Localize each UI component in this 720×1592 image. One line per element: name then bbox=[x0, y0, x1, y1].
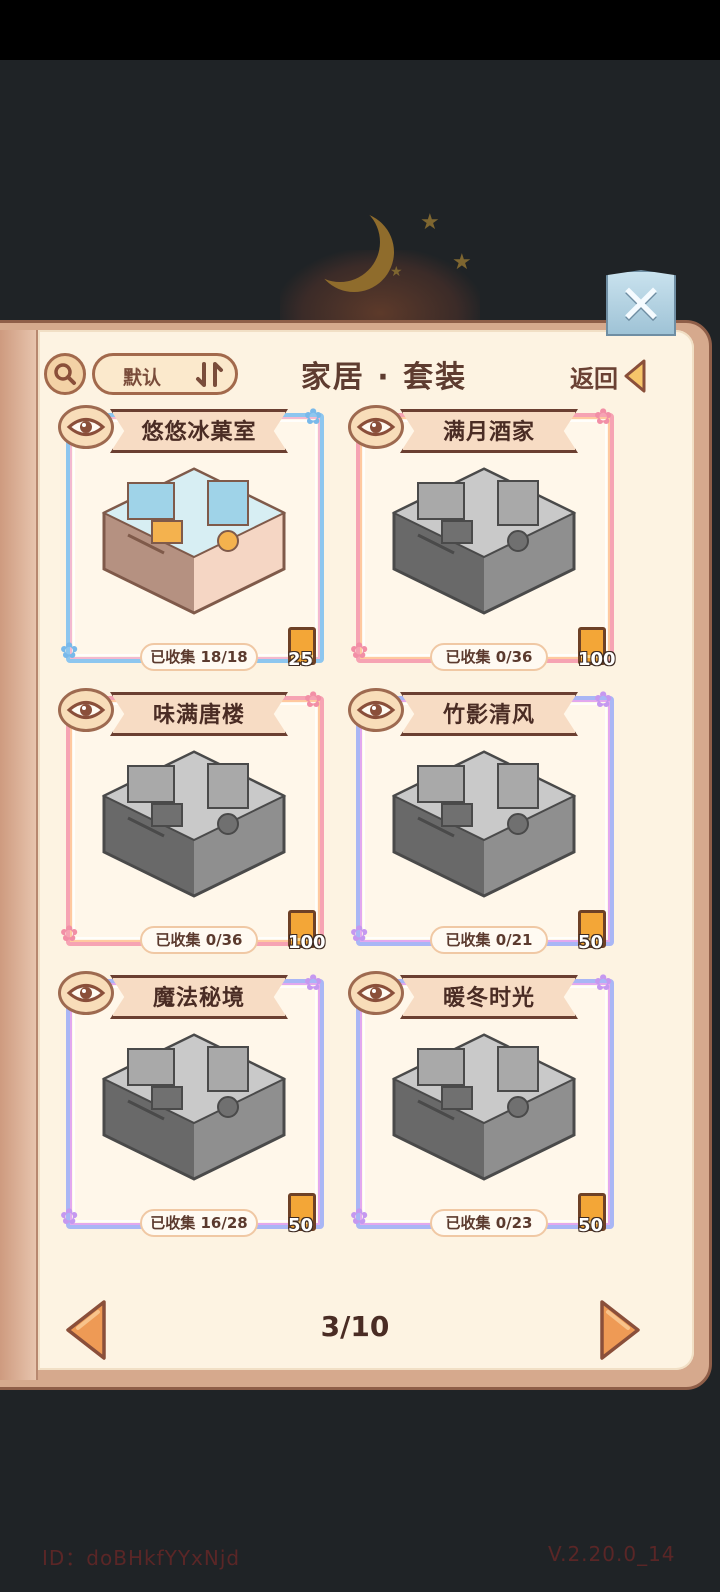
suite-card[interactable]: ✿ ✿ 悠悠冰菓室 已收集 18/18 25 bbox=[58, 405, 328, 673]
version-label: V.2.20.0_14 bbox=[548, 1542, 676, 1566]
reward-badge: 50 bbox=[574, 910, 634, 954]
preview-eye-button[interactable] bbox=[58, 971, 114, 1015]
moon-icon bbox=[300, 202, 380, 282]
eye-icon bbox=[356, 418, 396, 436]
prev-page-button[interactable] bbox=[64, 1298, 108, 1362]
bow-icon: ✿ bbox=[60, 1205, 79, 1230]
sort-label: 默认 bbox=[123, 367, 162, 389]
reward-badge: 25 bbox=[284, 627, 344, 671]
bow-icon: ✿ bbox=[304, 971, 323, 996]
bow-icon: ✿ bbox=[350, 922, 369, 947]
suite-preview-image bbox=[101, 750, 287, 898]
background-decoration: ★ ★ ★ bbox=[260, 190, 520, 340]
reward-count: 50 bbox=[578, 1215, 604, 1236]
suite-card[interactable]: ✿ ✿ 竹影清风 已收集 0/21 50 bbox=[348, 688, 618, 956]
suite-name: 悠悠冰菓室 bbox=[141, 420, 257, 445]
suite-name: 魔法秘境 bbox=[152, 986, 245, 1011]
reward-count: 25 bbox=[288, 649, 314, 670]
reward-count: 100 bbox=[578, 649, 616, 670]
reward-badge: 100 bbox=[574, 627, 634, 671]
bow-icon: ✿ bbox=[594, 971, 613, 996]
star-icon: ★ bbox=[390, 264, 403, 280]
next-page-icon bbox=[600, 1300, 640, 1360]
collection-progress: 已收集 18/18 bbox=[140, 643, 258, 671]
search-button[interactable] bbox=[44, 353, 86, 395]
preview-eye-button[interactable] bbox=[58, 405, 114, 449]
suite-card[interactable]: ✿ ✿ 满月酒家 已收集 0/36 100 bbox=[348, 405, 618, 673]
suite-card[interactable]: ✿ ✿ 暖冬时光 已收集 0/23 50 bbox=[348, 971, 618, 1239]
eye-icon bbox=[356, 701, 396, 719]
player-id: ID：doBHkfYYxNjd bbox=[42, 1546, 241, 1570]
back-label: 返回 bbox=[570, 364, 618, 393]
collection-progress: 已收集 0/36 bbox=[430, 643, 548, 671]
back-arrow-icon bbox=[624, 359, 646, 393]
collection-progress: 已收集 16/28 bbox=[140, 1209, 258, 1237]
collection-progress: 已收集 0/36 bbox=[140, 926, 258, 954]
back-button[interactable]: 返回 bbox=[570, 356, 648, 396]
close-icon: ✕ bbox=[618, 273, 664, 336]
search-icon bbox=[54, 363, 76, 385]
reward-count: 50 bbox=[288, 1215, 314, 1236]
suite-card[interactable]: ✿ ✿ 魔法秘境 已收集 16/28 50 bbox=[58, 971, 328, 1239]
eye-icon bbox=[66, 984, 106, 1002]
suite-name: 暖冬时光 bbox=[442, 986, 535, 1011]
suite-name: 味满唐楼 bbox=[152, 703, 245, 728]
bow-icon: ✿ bbox=[304, 405, 323, 430]
sort-icon bbox=[196, 362, 223, 387]
suite-preview-image bbox=[101, 467, 287, 615]
eye-icon bbox=[66, 701, 106, 719]
preview-eye-button[interactable] bbox=[348, 688, 404, 732]
bow-icon: ✿ bbox=[350, 639, 369, 664]
eye-icon bbox=[66, 418, 106, 436]
bow-icon: ✿ bbox=[60, 639, 79, 664]
prev-page-icon bbox=[66, 1300, 106, 1360]
suite-card[interactable]: ✿ ✿ 味满唐楼 已收集 0/36 100 bbox=[58, 688, 328, 956]
preview-eye-button[interactable] bbox=[348, 971, 404, 1015]
suite-preview-image bbox=[391, 467, 577, 615]
sort-button[interactable]: 默认 bbox=[92, 353, 238, 395]
bow-icon: ✿ bbox=[594, 405, 613, 430]
reward-badge: 100 bbox=[284, 910, 344, 954]
status-bar bbox=[0, 0, 720, 60]
suite-preview-image bbox=[391, 750, 577, 898]
page-title: 家居 · 套装 bbox=[300, 360, 468, 395]
suite-preview-image bbox=[391, 1033, 577, 1181]
bow-icon: ✿ bbox=[350, 1205, 369, 1230]
bow-icon: ✿ bbox=[594, 688, 613, 713]
collection-progress: 已收集 0/21 bbox=[430, 926, 548, 954]
next-page-button[interactable] bbox=[598, 1298, 642, 1362]
star-icon: ★ bbox=[420, 210, 440, 235]
preview-eye-button[interactable] bbox=[58, 688, 114, 732]
suite-name: 竹影清风 bbox=[442, 703, 535, 728]
suite-name: 满月酒家 bbox=[442, 420, 535, 445]
bow-icon: ✿ bbox=[60, 922, 79, 947]
suite-preview-image bbox=[101, 1033, 287, 1181]
bow-icon: ✿ bbox=[304, 688, 323, 713]
eye-icon bbox=[356, 984, 396, 1002]
star-icon: ★ bbox=[452, 250, 472, 275]
reward-badge: 50 bbox=[574, 1193, 634, 1237]
collection-progress: 已收集 0/23 bbox=[430, 1209, 548, 1237]
book-spine bbox=[0, 330, 38, 1380]
reward-badge: 50 bbox=[284, 1193, 344, 1237]
page-indicator: 3/10 bbox=[320, 1310, 390, 1343]
close-button[interactable]: ✕ bbox=[606, 270, 676, 336]
preview-eye-button[interactable] bbox=[348, 405, 404, 449]
reward-count: 100 bbox=[288, 932, 326, 953]
reward-count: 50 bbox=[578, 932, 604, 953]
